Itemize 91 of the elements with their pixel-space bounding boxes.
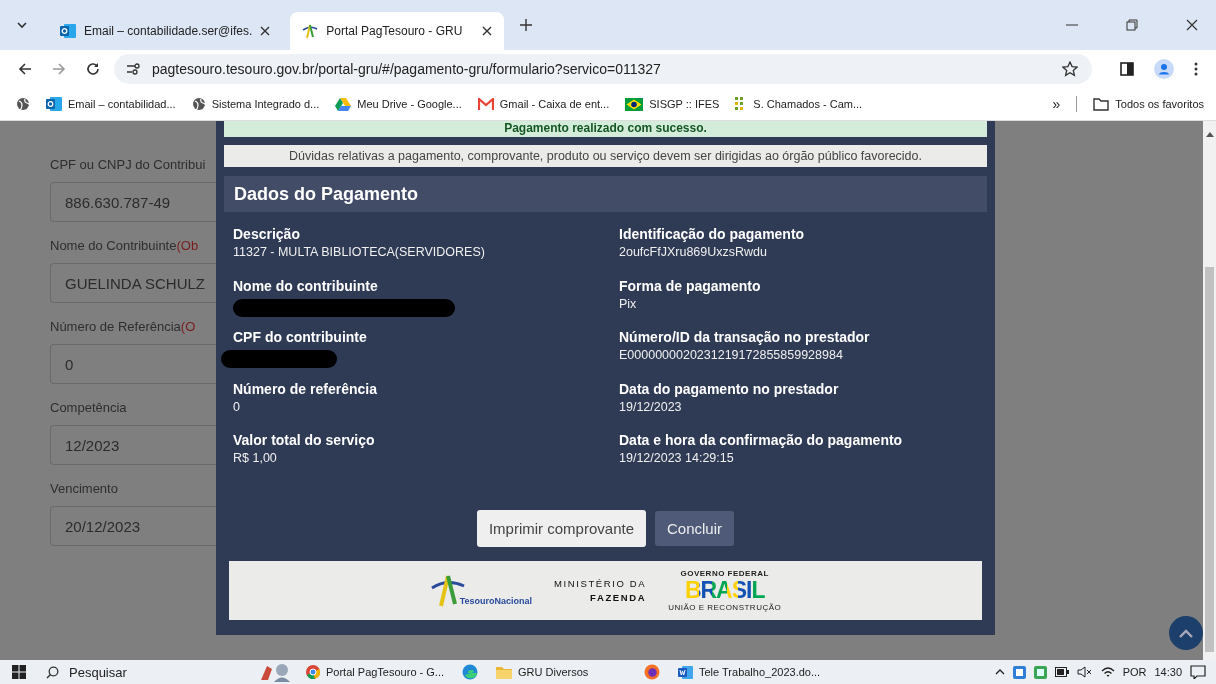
clock[interactable]: 14:30	[1154, 666, 1182, 678]
document-app-icon	[678, 664, 693, 680]
bookmark-link[interactable]: Email – contabilidad...	[46, 96, 176, 112]
field-label: Número de Referência(O	[50, 319, 197, 334]
logo-caption: GOVERNO FEDERAL	[680, 568, 769, 578]
site-settings-icon[interactable]	[126, 63, 140, 75]
detail-label: Data e hora da confirmação do pagamento	[619, 432, 904, 449]
detail-value: R$ 1,00	[233, 450, 278, 467]
all-bookmarks-link[interactable]: Todos os favoritos	[1093, 97, 1204, 111]
section-header: Dados do Pagamento	[224, 176, 987, 212]
caret-up-icon[interactable]	[994, 669, 1005, 675]
reload-icon[interactable]	[86, 62, 100, 76]
flag-icon	[625, 97, 644, 111]
globe-icon[interactable]	[16, 97, 30, 111]
forward-arrow-icon[interactable]	[52, 62, 66, 76]
detail-value: 11327 - MULTA BIBLIOTECA(SERVIDORES)	[233, 244, 486, 261]
detail-value: E0000000020231219172855859928984	[619, 347, 844, 364]
triangle-logo-icon	[335, 97, 352, 111]
tab-list-icon[interactable]	[16, 21, 28, 29]
detail-value: 2oufcFfJXru869UxzsRwdu	[619, 244, 768, 261]
detail-label: CPF do contribuinte	[233, 329, 368, 346]
battery-icon[interactable]	[1054, 667, 1069, 677]
detail-label: Forma de pagamento	[619, 277, 762, 295]
detail-label: Número/ID da transação no prestador	[619, 329, 871, 346]
field-label: Competência	[50, 400, 128, 415]
menu-icon[interactable]	[1194, 62, 1198, 76]
ministry-logo-text: MINISTÉRIO DA FAZENDA	[554, 577, 647, 603]
side-panel-icon[interactable]	[1120, 62, 1134, 76]
round-logo-icon	[644, 664, 660, 680]
address-bar[interactable]: pagtesouro.tesouro.gov.br/portal-gru/#/pagamento-gru/formulario?servico=011327	[114, 54, 1092, 84]
tray-app-icon[interactable]	[1012, 665, 1026, 679]
back-arrow-icon[interactable]	[18, 62, 32, 76]
new-tab-icon[interactable]	[520, 19, 533, 31]
notification-icon[interactable]	[1190, 665, 1206, 679]
wifi-icon[interactable]	[1100, 666, 1115, 678]
folder-icon	[496, 665, 512, 679]
field-label: Vencimento	[50, 481, 119, 496]
detail-label: Data do pagamento no prestador	[619, 380, 840, 398]
taskbar-app[interactable]: Portal PagTesouro - G...	[302, 661, 448, 683]
figures-icon[interactable]	[258, 662, 292, 682]
bookmark-link[interactable]: S. Chamados - Cam...	[735, 97, 863, 111]
more-bookmarks-button[interactable]: »	[1052, 96, 1061, 112]
field-label: CPF ou CNPJ do Contribui	[50, 157, 207, 172]
detail-label: Nome do contribuinte	[233, 277, 379, 295]
detail-label: Descrição	[233, 226, 301, 243]
detail-value: 0	[233, 398, 241, 416]
field-label: Nome do Contribuinte(Ob	[50, 238, 200, 253]
restore-icon[interactable]	[1126, 19, 1138, 31]
mail-app-icon	[60, 23, 76, 39]
scroll-up-arrow-icon[interactable]	[1205, 131, 1214, 137]
folder-icon	[1093, 97, 1110, 111]
windows-logo-icon[interactable]	[12, 665, 26, 679]
browser-tab[interactable]: Portal PagTesouro - GRU	[290, 12, 505, 50]
print-button[interactable]: Imprimir comprovante	[476, 509, 646, 547]
close-icon[interactable]	[482, 26, 493, 36]
star-icon[interactable]	[1062, 61, 1078, 77]
detail-value: Pix	[619, 295, 638, 313]
taskbar-app[interactable]: Tele Trabalho_2023.do...	[674, 661, 825, 683]
tesouro-logo-text: TesouroNacional	[459, 596, 533, 608]
scroll-to-top-button[interactable]	[1169, 616, 1203, 650]
close-icon[interactable]	[1186, 19, 1198, 31]
mail-app-icon	[46, 96, 62, 112]
speaker-muted-icon[interactable]	[1076, 666, 1093, 678]
taskbar-search[interactable]: Pesquisar	[36, 664, 236, 680]
notice-bar: Dúvidas relativas a pagamento, comprovante, produto ou serviço devem ser dirigidas ao órgão público favorecido.	[224, 145, 987, 167]
finish-button[interactable]: Concluir	[655, 510, 735, 546]
tray-app-icon[interactable]	[1033, 665, 1047, 679]
bookmark-link[interactable]: Sistema Integrado d...	[191, 97, 320, 111]
language-indicator[interactable]: POR	[1122, 666, 1147, 678]
browser-logo-icon	[306, 665, 320, 679]
swirl-logo-icon	[462, 664, 478, 680]
logo-caption: UNIÃO E RECONSTRUÇÃO	[668, 602, 782, 612]
caret-up-icon	[1179, 628, 1193, 638]
detail-label: Número de referência	[233, 380, 378, 398]
globe-icon	[191, 97, 206, 111]
taskbar-app[interactable]: GRU Diversos	[492, 661, 630, 683]
scrollbar[interactable]	[1203, 121, 1216, 660]
detail-label: Valor total do serviço	[233, 432, 376, 449]
profile-icon[interactable]	[1154, 59, 1174, 79]
bookmark-link[interactable]: SISGP :: IFES	[625, 97, 720, 111]
star-logo-icon	[302, 23, 319, 39]
bookmark-link[interactable]: Gmail - Caixa de ent...	[477, 98, 610, 110]
search-icon	[46, 665, 59, 679]
mail-logo-icon	[477, 98, 494, 110]
success-banner: Pagamento realizado com sucesso.	[224, 121, 987, 137]
close-icon[interactable]	[260, 26, 271, 36]
bookmark-link[interactable]: Meu Drive - Google...	[335, 97, 462, 111]
detail-value: 19/12/2023	[619, 398, 683, 416]
detail-value: 19/12/2023 14:29:15	[619, 450, 735, 467]
browser-tab[interactable]: Email – contabilidade.ser@ifes.	[48, 12, 283, 50]
detail-label: Identificação do pagamento	[619, 226, 806, 243]
